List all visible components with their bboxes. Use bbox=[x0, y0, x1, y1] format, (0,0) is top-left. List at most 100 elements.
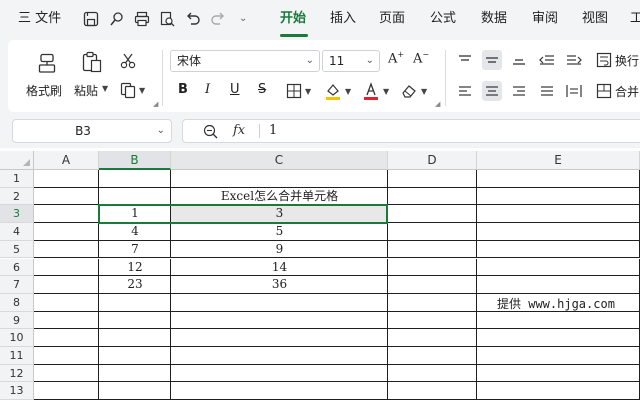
grid-cell[interactable] bbox=[34, 205, 99, 224]
grid-cell[interactable] bbox=[388, 276, 477, 294]
distribute-icon[interactable] bbox=[564, 81, 584, 101]
undo-icon[interactable] bbox=[184, 10, 202, 28]
grid-cell[interactable] bbox=[477, 311, 640, 330]
tab-insert[interactable]: 插入 bbox=[330, 0, 356, 38]
copy-dropdown-icon[interactable]: ▼ bbox=[139, 86, 145, 95]
cell-b7[interactable]: 23 bbox=[99, 276, 171, 294]
grid-cell[interactable] bbox=[388, 364, 477, 383]
font-launcher-icon[interactable]: ◢ bbox=[435, 100, 440, 108]
grid-cell[interactable] bbox=[477, 276, 640, 294]
grid-cell[interactable] bbox=[34, 258, 99, 277]
title-cell[interactable]: Excel怎么合并单元格 bbox=[171, 188, 388, 206]
tab-data[interactable]: 数据 bbox=[481, 0, 507, 38]
grid-cell[interactable] bbox=[477, 187, 640, 206]
file-menu[interactable]: 三 文件 bbox=[18, 0, 61, 38]
grid-cell[interactable] bbox=[477, 205, 640, 224]
grid-cell[interactable] bbox=[477, 170, 640, 188]
indent-right-icon[interactable] bbox=[564, 50, 584, 70]
chevron-down-icon[interactable]: ⌄ bbox=[157, 120, 165, 142]
grid-cell[interactable] bbox=[388, 293, 477, 312]
grid-cell[interactable] bbox=[388, 347, 477, 365]
name-box[interactable]: B3 ⌄ bbox=[12, 119, 172, 143]
grid-cell[interactable] bbox=[477, 240, 640, 259]
grid-cell[interactable] bbox=[34, 240, 99, 259]
grid-cell[interactable] bbox=[477, 347, 640, 365]
justify-icon[interactable] bbox=[537, 81, 557, 101]
cell-c5[interactable]: 9 bbox=[171, 241, 388, 259]
wrap-text-icon[interactable] bbox=[596, 52, 612, 68]
row-header[interactable]: 10 bbox=[0, 329, 34, 347]
grid-cell[interactable] bbox=[34, 382, 99, 401]
align-middle-icon[interactable] bbox=[482, 50, 502, 70]
grid-cell[interactable] bbox=[477, 258, 640, 277]
fill-color-dropdown-icon[interactable]: ▼ bbox=[345, 87, 351, 96]
cell-b4[interactable]: 4 bbox=[99, 223, 171, 241]
save-icon[interactable] bbox=[82, 10, 100, 28]
grid-cell[interactable] bbox=[99, 187, 171, 206]
cell-b6[interactable]: 12 bbox=[99, 259, 171, 277]
grid-cell[interactable] bbox=[388, 205, 477, 224]
grid-cell[interactable] bbox=[171, 311, 388, 330]
row-header[interactable]: 9 bbox=[0, 311, 34, 330]
grid-cell[interactable] bbox=[477, 364, 640, 383]
bold-icon[interactable]: B bbox=[178, 82, 188, 97]
grid-cell[interactable] bbox=[34, 329, 99, 347]
strikethrough-icon[interactable]: S bbox=[258, 82, 266, 97]
italic-icon[interactable]: I bbox=[205, 82, 210, 97]
grid-cell[interactable] bbox=[388, 329, 477, 347]
grid-cell[interactable] bbox=[388, 187, 477, 206]
clipboard-launcher-icon[interactable]: ◢ bbox=[153, 100, 158, 108]
grid-cell[interactable] bbox=[477, 223, 640, 241]
grid-cell[interactable] bbox=[171, 347, 388, 365]
grid-cell[interactable] bbox=[388, 170, 477, 188]
grid-cell[interactable] bbox=[34, 364, 99, 383]
row-header[interactable]: 12 bbox=[0, 364, 34, 383]
font-color-dropdown-icon[interactable]: ▼ bbox=[383, 87, 389, 96]
grid-cell[interactable] bbox=[99, 364, 171, 383]
borders-icon[interactable] bbox=[286, 83, 302, 99]
format-painter-icon[interactable] bbox=[36, 52, 58, 74]
row-header[interactable]: 11 bbox=[0, 347, 34, 365]
tab-tools[interactable]: 工 bbox=[630, 0, 640, 38]
grid-cell[interactable] bbox=[388, 240, 477, 259]
quick-access-more-icon[interactable]: ⌄ bbox=[239, 0, 247, 38]
grid-cell[interactable] bbox=[99, 347, 171, 365]
indent-left-icon[interactable] bbox=[537, 50, 557, 70]
row-header[interactable]: 7 bbox=[0, 276, 34, 294]
grid-cell[interactable] bbox=[99, 329, 171, 347]
align-bottom-icon[interactable] bbox=[509, 50, 529, 70]
font-name-select[interactable]: 宋体 ⌄ bbox=[170, 50, 320, 72]
align-left-icon[interactable] bbox=[455, 81, 475, 101]
cell-c3[interactable]: 3 bbox=[171, 205, 388, 223]
column-header-d[interactable]: D bbox=[388, 151, 477, 170]
grid-cell[interactable] bbox=[34, 293, 99, 312]
cell-b5[interactable]: 7 bbox=[99, 241, 171, 259]
fx-icon[interactable]: fx bbox=[233, 120, 245, 142]
cell-c6[interactable]: 14 bbox=[171, 259, 388, 277]
row-header[interactable]: 1 bbox=[0, 170, 34, 188]
font-size-select[interactable]: 11 ⌄ bbox=[322, 50, 380, 72]
tab-formula[interactable]: 公式 bbox=[430, 0, 456, 38]
grid-cell[interactable] bbox=[99, 382, 171, 401]
underline-icon[interactable]: U bbox=[230, 82, 240, 97]
tab-review[interactable]: 审阅 bbox=[532, 0, 558, 38]
tab-home[interactable]: 开始 bbox=[280, 0, 306, 38]
redo-icon[interactable] bbox=[209, 10, 227, 28]
copy-icon[interactable] bbox=[119, 81, 137, 99]
fill-color-icon[interactable] bbox=[324, 82, 342, 100]
grid-cell[interactable] bbox=[34, 347, 99, 365]
column-header-a[interactable]: A bbox=[34, 151, 99, 170]
decrease-font-icon[interactable]: A− bbox=[413, 50, 429, 66]
paste-label[interactable]: 粘贴 bbox=[74, 82, 98, 99]
row-header[interactable]: 4 bbox=[0, 223, 34, 241]
align-center-icon[interactable] bbox=[482, 81, 502, 101]
row-header[interactable]: 6 bbox=[0, 258, 34, 277]
cell-b3[interactable]: 1 bbox=[99, 205, 171, 223]
column-header-b[interactable]: B bbox=[99, 151, 171, 170]
grid-cell[interactable] bbox=[34, 276, 99, 294]
cell-c4[interactable]: 5 bbox=[171, 223, 388, 241]
grid-cell[interactable] bbox=[171, 170, 388, 188]
column-header-e[interactable]: E bbox=[477, 151, 640, 170]
grid-cell[interactable] bbox=[388, 382, 477, 401]
grid-cell[interactable] bbox=[171, 293, 388, 312]
